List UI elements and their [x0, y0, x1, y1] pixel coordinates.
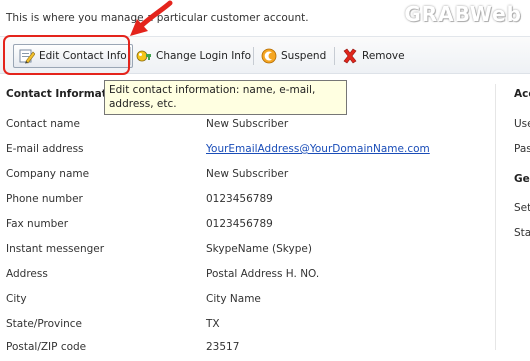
contact-row: Postal/ZIP code 23517 — [6, 341, 486, 361]
right-column-label: Use — [514, 118, 530, 130]
highlight-circle-annotation — [3, 35, 130, 75]
watermark-logo: GRABWeb — [404, 2, 522, 26]
general-section-heading: Ge — [514, 173, 530, 185]
contact-row: Contact name New Subscriber — [6, 118, 486, 138]
row-value: New Subscriber — [206, 168, 289, 180]
right-column-label: Set — [514, 202, 530, 214]
contact-information-heading: Contact Information — [6, 88, 104, 100]
suspend-button[interactable]: Suspend — [261, 44, 326, 68]
row-value: City Name — [206, 293, 261, 305]
row-label: Phone number — [6, 193, 83, 205]
row-label: Contact name — [6, 118, 80, 130]
row-label: Postal/ZIP code — [6, 341, 87, 353]
row-label: Instant messenger — [6, 243, 105, 255]
remove-x-icon — [342, 48, 358, 64]
edit-contact-tooltip: Edit contact information: name, e-mail, … — [104, 80, 347, 115]
row-value: New Subscriber — [206, 118, 289, 130]
row-value: 23517 — [206, 341, 240, 353]
remove-label: Remove — [362, 50, 405, 62]
red-arrow-annotation — [130, 0, 173, 36]
row-label: E-mail address — [6, 143, 84, 155]
remove-button[interactable]: Remove — [342, 44, 405, 68]
row-label: Company name — [6, 168, 90, 180]
suspend-icon — [261, 48, 277, 64]
contact-row: Instant messenger SkypeName (Skype) — [6, 243, 486, 263]
change-login-info-label: Change Login Info — [156, 50, 252, 62]
row-value: 0123456789 — [206, 193, 273, 205]
toolbar-separator — [130, 47, 131, 65]
email-link[interactable]: YourEmailAddress@YourDomainName.com — [206, 143, 430, 155]
row-value: SkypeName (Skype) — [206, 243, 312, 255]
contact-row: State/Province TX — [6, 318, 486, 338]
contact-row: Company name New Subscriber — [6, 168, 486, 188]
contact-row: Fax number 0123456789 — [6, 218, 486, 238]
toolbar-separator — [334, 47, 335, 65]
right-column-label: Sta — [514, 227, 530, 239]
account-section-heading: Acc — [514, 88, 530, 100]
toolbar-separator — [253, 47, 254, 65]
contact-row: City City Name — [6, 293, 486, 313]
contact-row: Address Postal Address H. NO. — [6, 268, 486, 288]
row-value: Postal Address H. NO. — [206, 268, 320, 280]
row-value: 0123456789 — [206, 218, 273, 230]
suspend-label: Suspend — [281, 50, 327, 62]
contact-row: Phone number 0123456789 — [6, 193, 486, 213]
row-label: Address — [6, 268, 48, 280]
row-value: TX — [206, 318, 220, 330]
row-label: State/Province — [6, 318, 83, 330]
right-column-label: Pas — [514, 143, 530, 155]
row-label: Fax number — [6, 218, 69, 230]
key-login-icon — [136, 48, 152, 64]
row-label: City — [6, 293, 27, 305]
contact-row: E-mail address YourEmailAddress@YourDoma… — [6, 143, 486, 163]
column-divider — [495, 84, 496, 350]
